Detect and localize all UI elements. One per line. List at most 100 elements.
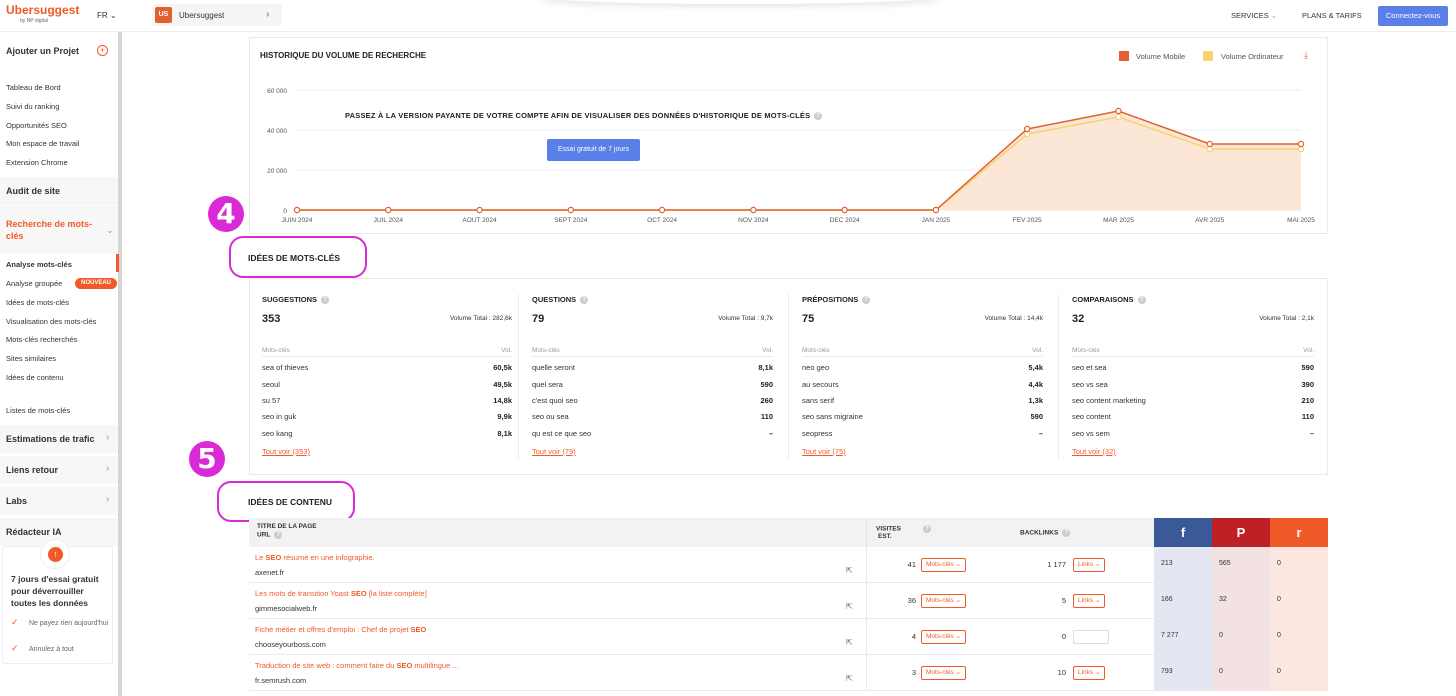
keyword-link[interactable]: seo vs sea: [1072, 380, 1108, 389]
keyword-link[interactable]: neo geo: [802, 363, 829, 372]
keyword-link[interactable]: seo kang: [262, 429, 292, 438]
upsell-text: PASSEZ À LA VERSION PAYANTE DE VOTRE COM…: [345, 111, 811, 120]
keyword-link[interactable]: qu est ce que seo: [532, 429, 591, 438]
sidebar-item-content-ideas[interactable]: Idées de contenu: [6, 373, 64, 382]
sidebar-section-labs[interactable]: Labs ›: [0, 487, 118, 515]
help-icon[interactable]: ?: [862, 296, 871, 305]
help-icon[interactable]: ?: [1062, 529, 1071, 537]
keyword-link[interactable]: seo vs sem: [1072, 429, 1110, 438]
keyword-link[interactable]: seoul: [262, 380, 280, 389]
column-title-text: SUGGESTIONS: [262, 295, 318, 304]
new-badge: NOUVEAU: [75, 278, 117, 289]
keyword-link[interactable]: seo content: [1072, 412, 1111, 421]
help-icon[interactable]: ?: [580, 296, 589, 305]
see-all-link[interactable]: Tout voir (79): [532, 447, 576, 456]
external-link-icon[interactable]: ⇱: [846, 566, 853, 575]
sidebar-item-bulk-analysis[interactable]: Analyse groupée: [6, 279, 62, 288]
column-title: PRÉPOSITIONS?: [802, 295, 871, 305]
language-selector[interactable]: FR ⌄: [97, 11, 117, 20]
sidebar-section-backlinks[interactable]: Liens retour ›: [0, 456, 118, 484]
title-highlight: SEO: [410, 625, 427, 634]
add-project-link[interactable]: Ajouter un Projet: [6, 46, 79, 56]
sidebar-item-dashboard[interactable]: Tableau de Bord: [6, 83, 61, 92]
title-text: Les mots de transition Yoast: [255, 589, 351, 598]
keywords-dropdown-button[interactable]: Mots-clés ⌄: [921, 558, 967, 572]
keywords-dropdown-button[interactable]: Mots-clés ⌄: [921, 666, 967, 680]
sidebar-item-keyword-analysis[interactable]: Analyse mots-clés: [6, 260, 72, 269]
links-dropdown-button[interactable]: Links ⌄: [1073, 558, 1106, 572]
nav-plans[interactable]: PLANS & TARIFS: [1302, 11, 1362, 20]
sidebar-section-keyword-research[interactable]: Recherche de mots-clés ⌄: [0, 206, 118, 254]
keyword-link[interactable]: seo ou sea: [532, 412, 569, 421]
col-visits-label: VISITES: [876, 525, 901, 533]
keyword-link[interactable]: sea of thieves: [262, 363, 308, 372]
keyword-volume: 590: [760, 380, 773, 389]
sidebar-item-workspace[interactable]: Mon espace de travail: [6, 139, 79, 148]
sidebar-item-ranking[interactable]: Suivi du ranking: [6, 102, 59, 111]
sidebar-section-audit[interactable]: Audit de site: [0, 177, 118, 205]
keyword-link[interactable]: seo sans migraine: [802, 412, 863, 421]
keyword-link[interactable]: quel sera: [532, 380, 563, 389]
sidebar-item-keyword-lists[interactable]: Listes de mots-clés: [6, 406, 70, 415]
keyword-volume: 8,1k: [497, 429, 512, 438]
ubersuggest-logo[interactable]: Ubersuggest: [6, 3, 79, 17]
links-button-label: Links: [1078, 597, 1094, 604]
sidebar-section-traffic[interactable]: Estimations de trafic ›: [0, 425, 118, 453]
external-link-icon[interactable]: ⇱: [846, 602, 853, 611]
column-divider: [866, 547, 867, 583]
keyword-link[interactable]: c'est quoi seo: [532, 396, 578, 405]
page-title-link[interactable]: Le SEO résumé en une infographie.: [255, 553, 375, 562]
legend-mobile: Volume Mobile: [1136, 52, 1186, 61]
sidebar-item-keyword-ideas[interactable]: Idées de mots-clés: [6, 298, 69, 307]
sidebar-item-searched-keywords[interactable]: Mots-clés recherchés: [6, 335, 77, 344]
project-selector[interactable]: US Ubersuggest ›: [152, 4, 282, 26]
sidebar-item-keyword-visualization[interactable]: Visualisation des mots-clés: [6, 317, 96, 326]
see-all-link[interactable]: Tout voir (75): [802, 447, 846, 456]
links-dropdown-button[interactable]: Links ⌄: [1073, 666, 1106, 680]
nav-services[interactable]: SERVICES ⌄: [1231, 11, 1277, 20]
sidebar-item-similar-sites[interactable]: Sites similaires: [6, 354, 56, 363]
chevron-right-icon: ›: [106, 463, 110, 474]
keyword-link[interactable]: seo et sea: [1072, 363, 1107, 372]
column-divider: [1058, 294, 1059, 459]
external-link-icon[interactable]: ⇱: [846, 674, 853, 683]
help-icon[interactable]: ?: [922, 525, 931, 533]
connect-button[interactable]: Connectez-vous: [1378, 6, 1448, 26]
keyword-link[interactable]: seo in guk: [262, 412, 296, 421]
page-title-link[interactable]: Fiche métier et offres d'emploi : Chef d…: [255, 625, 426, 634]
plus-circle-icon[interactable]: +: [97, 45, 108, 56]
keyword-link[interactable]: au secours: [802, 380, 839, 389]
help-icon[interactable]: ?: [321, 296, 330, 305]
estimated-visits: 3: [911, 668, 916, 677]
keywords-dropdown-button[interactable]: Mots-clés ⌄: [921, 594, 967, 608]
keyword-link[interactable]: sans serif: [802, 396, 834, 405]
top-header: Ubersuggest by NP digital FR ⌄ US Ubersu…: [0, 0, 1456, 32]
help-icon[interactable]: ?: [814, 112, 823, 121]
free-trial-button[interactable]: Essai gratuit de 7 jours: [547, 139, 640, 161]
see-all-link[interactable]: Tout voir (32): [1072, 447, 1116, 456]
sidebar-item-chrome-extension[interactable]: Extension Chrome: [6, 158, 68, 167]
keyword-link[interactable]: seo content marketing: [1072, 396, 1146, 405]
page-url: chooseyourboss.com: [255, 640, 326, 649]
links-dropdown-button[interactable]: Links ⌄: [1073, 594, 1106, 608]
keyword-link[interactable]: su 57: [262, 396, 280, 405]
keyword-link[interactable]: seopress: [802, 429, 832, 438]
x-tick-label: OCT 2024: [647, 217, 677, 224]
column-divider: [866, 655, 867, 691]
column-title-text: PRÉPOSITIONS: [802, 295, 859, 304]
page-title-link[interactable]: Traduction de site web : comment faire d…: [255, 661, 459, 670]
sidebar-section-label: Rédacteur IA: [6, 527, 62, 537]
keywords-dropdown-button[interactable]: Mots-clés ⌄: [921, 630, 967, 644]
download-icon[interactable]: ⤓: [1304, 50, 1308, 61]
help-icon[interactable]: ?: [1137, 296, 1146, 305]
see-all-link[interactable]: Tout voir (353): [262, 447, 310, 456]
title-text: [la liste complète]: [366, 589, 427, 598]
keyword-volume: –: [1309, 429, 1314, 438]
help-icon[interactable]: ?: [274, 531, 283, 539]
facebook-shares: 793: [1154, 655, 1212, 691]
backlinks-count: 10: [1057, 668, 1066, 677]
sidebar-item-opportunities[interactable]: Opportunités SEO: [6, 121, 67, 130]
external-link-icon[interactable]: ⇱: [846, 638, 853, 647]
page-title-link[interactable]: Les mots de transition Yoast SEO [la lis…: [255, 589, 427, 598]
keyword-link[interactable]: quelle seront: [532, 363, 575, 372]
